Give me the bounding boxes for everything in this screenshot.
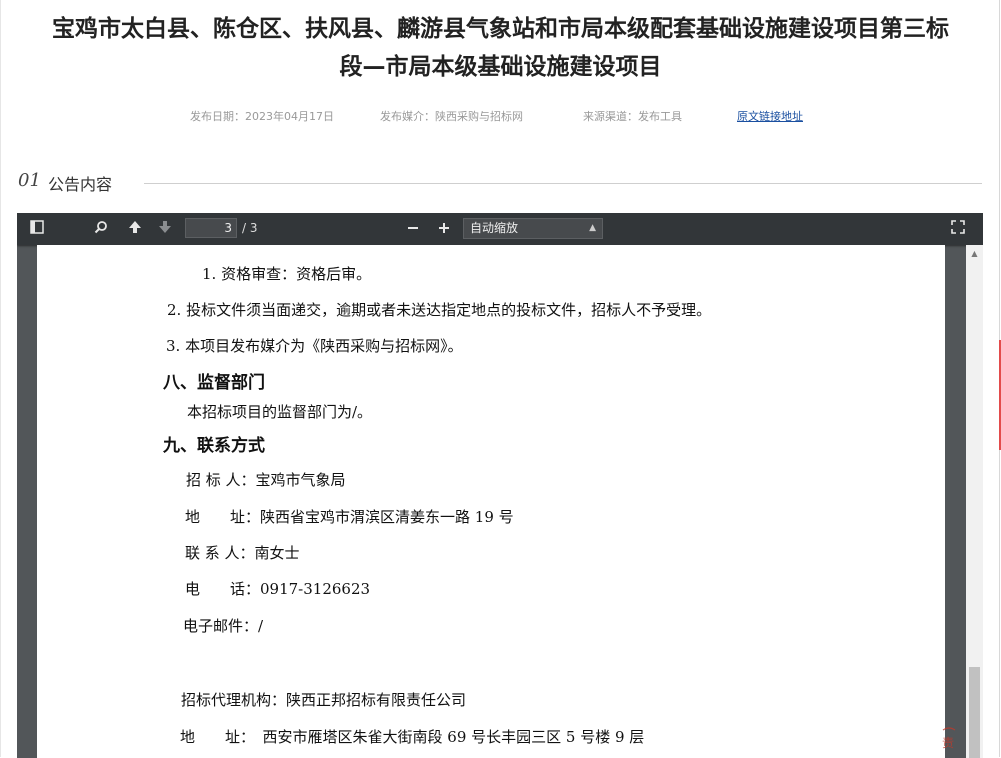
doc-line: 电子邮件：/ [183, 617, 264, 635]
arrow-down-icon[interactable] [153, 217, 177, 241]
doc-line: 地 址： 西安市雁塔区朱雀大街南段 69 号长丰园三区 5 号楼 9 层 [180, 728, 645, 746]
publish-date: 发布日期：2023年04月17日 [190, 110, 334, 123]
fullscreen-icon[interactable] [946, 217, 970, 241]
title-line-2: 段—市局本级基础设施建设项目 [339, 54, 662, 80]
pdf-scrollbar[interactable]: ▲ [966, 245, 983, 758]
doc-line: 招 标 人：宝鸡市气象局 [186, 471, 346, 489]
plus-icon[interactable] [432, 217, 456, 241]
zoom-select[interactable]: 自动缩放 ▲ [463, 218, 603, 239]
section-header: 01 公告内容 [18, 170, 982, 196]
seal-stamp-text: 责 [942, 736, 955, 750]
page-total: / 3 [242, 221, 258, 235]
doc-heading: 八、监督部门 [163, 373, 265, 393]
section-number: 01 [18, 170, 41, 191]
publish-media: 发布媒介：陕西采购与招标网 [380, 110, 523, 123]
section-label: 公告内容 [48, 175, 113, 194]
page-number-input[interactable]: 3 [185, 218, 237, 238]
doc-line: 电 话：0917-3126623 [185, 580, 371, 598]
doc-line: 联 系 人：南女士 [185, 544, 300, 562]
pdf-toolbar: 3 / 3 自动缩放 ▲ [17, 213, 983, 245]
page-title: 宝鸡市太白县、陈仓区、扶风县、麟游县气象站和市局本级配套基础设施建设项目第三标 … [0, 10, 1001, 86]
minus-icon[interactable] [401, 217, 425, 241]
section-divider [144, 183, 982, 184]
sidebar-toggle-icon[interactable] [25, 217, 49, 241]
pdf-page: 1. 资格审查：资格后审。 2. 投标文件须当面递交，逾期或者未送达指定地点的投… [37, 245, 956, 758]
chevron-updown-icon: ▲ [589, 223, 596, 233]
scrollbar-thumb[interactable] [969, 667, 980, 758]
title-line-1: 宝鸡市太白县、陈仓区、扶风县、麟游县气象站和市局本级配套基础设施建设项目第三标 [52, 16, 949, 42]
scroll-up-icon[interactable]: ▲ [966, 245, 983, 262]
doc-line: 1. 资格审查：资格后审。 [202, 265, 372, 283]
doc-line: 3. 本项目发布媒介为《陕西采购与招标网》。 [166, 337, 463, 355]
zoom-value: 自动缩放 [470, 221, 519, 235]
doc-line: 地 址：陕西省宝鸡市渭滨区清姜东一路 19 号 [185, 508, 514, 526]
original-link[interactable]: 原文链接地址 [737, 108, 803, 124]
arrow-up-icon[interactable] [123, 217, 147, 241]
article-meta: 发布日期：2023年04月17日 发布媒介：陕西采购与招标网 来源渠道：发布工具… [0, 108, 1001, 126]
search-icon[interactable] [89, 217, 113, 241]
seal-stamp: 责 [942, 722, 956, 758]
doc-line: 2. 投标文件须当面递交，逾期或者未送达指定地点的投标文件，招标人不予受理。 [167, 301, 712, 319]
doc-heading: 九、联系方式 [163, 436, 265, 456]
pdf-viewer: 3 / 3 自动缩放 ▲ 1. 资格审查：资格后审。 2. 投标文件须当面递交，… [17, 213, 983, 758]
doc-line: 本招标项目的监督部门为/。 [187, 403, 373, 421]
source-channel: 来源渠道：发布工具 [583, 110, 682, 123]
doc-line: 招标代理机构：陕西正邦招标有限责任公司 [181, 691, 467, 709]
